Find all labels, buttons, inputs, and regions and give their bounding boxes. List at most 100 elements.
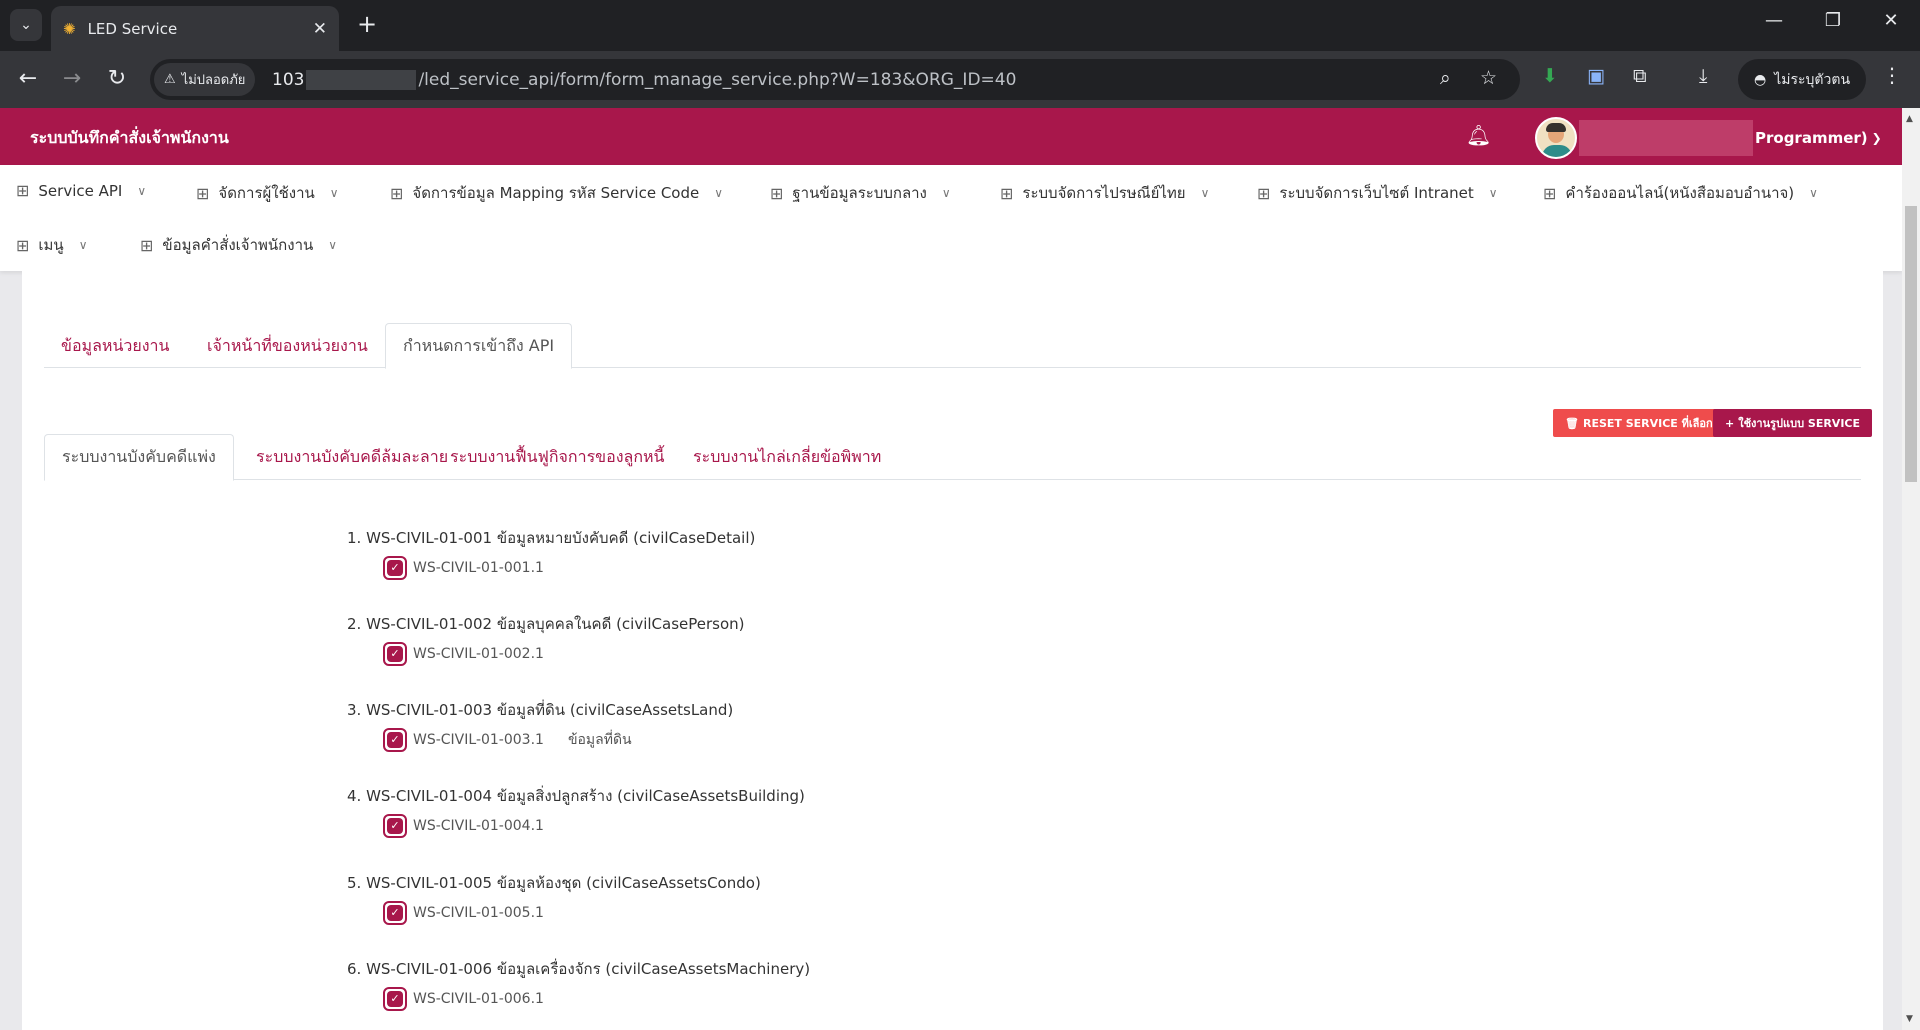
menu-service-api[interactable]: ⊞ Service API ∨	[16, 181, 146, 200]
app-title: ระบบบันทึกคำสั่งเจ้าพนักงาน	[30, 128, 229, 147]
close-tab-icon[interactable]: ✕	[313, 19, 327, 39]
service-checkbox[interactable]: ✓	[383, 987, 407, 1011]
page-scrollbar[interactable]: ▲ ▼	[1902, 108, 1920, 1030]
menu-label: จัดการข้อมูล Mapping รหัส Service Code	[412, 184, 700, 202]
zoom-icon[interactable]: ⌕	[1440, 67, 1451, 89]
service-title: 1. WS-CIVIL-01-001 ข้อมูลหมายบังคับคดี (…	[347, 529, 756, 547]
service-title: 5. WS-CIVIL-01-005 ข้อมูลห้องชุด (civilC…	[347, 874, 761, 892]
service-checkbox[interactable]: ✓	[383, 814, 407, 838]
reload-button[interactable]: ↻	[101, 63, 133, 95]
browser-tab[interactable]: ✺ LED Service ✕	[51, 6, 339, 51]
chevron-down-icon: ∨	[714, 186, 724, 200]
menu-label: จัดการผู้ใช้งาน	[218, 184, 315, 202]
service-title: 3. WS-CIVIL-01-003 ข้อมูลที่ดิน (civilCa…	[347, 701, 734, 719]
service-code: WS-CIVIL-01-006.1	[413, 991, 544, 1007]
more-menu-icon[interactable]: ⋮	[1882, 63, 1902, 87]
tab-search-button[interactable]: ⌄	[10, 9, 42, 41]
back-button[interactable]: ←	[12, 63, 44, 95]
grid-icon: ⊞	[16, 235, 30, 255]
security-indicator[interactable]: ⚠ ไม่ปลอดภัย	[154, 63, 256, 96]
restore-button[interactable]: ❐	[1818, 10, 1848, 31]
profile-label: ไม่ระบุตัวตน	[1774, 71, 1851, 88]
forward-button[interactable]: →	[56, 63, 88, 95]
system-tabs: ระบบงานบังคับคดีแพ่ง ระบบงานบังคับคดีล้ม…	[44, 434, 1861, 481]
chevron-down-icon: ∨	[1200, 186, 1210, 200]
incognito-profile-chip[interactable]: ◓ ไม่ระบุตัวตน	[1738, 59, 1867, 100]
grid-icon: ⊞	[390, 183, 404, 203]
content-card: ข้อมูลหน่วยงาน เจ้าหน้าที่ของหน่วยงาน กำ…	[22, 271, 1883, 1030]
tab-agency-staff[interactable]: เจ้าหน้าที่ของหน่วยงาน	[190, 323, 385, 369]
scrollbar-thumb[interactable]	[1905, 206, 1917, 482]
use-service-template-button[interactable]: + ใช้งานรูปแบบ SERVICE	[1713, 409, 1872, 437]
browser-toolbar: ← → ↻ ⚠ ไม่ปลอดภัย 103/led_service_api/f…	[0, 51, 1920, 108]
address-bar[interactable]: ⚠ ไม่ปลอดภัย 103/led_service_api/form/fo…	[150, 59, 1520, 100]
menu-label: ระบบจัดการเว็บไซต์ Intranet	[1279, 184, 1474, 202]
tab-debtor-rehabilitation[interactable]: ระบบงานฟื้นฟูกิจการของลูกหนี้	[433, 434, 682, 481]
chevron-down-icon: ∨	[78, 238, 88, 252]
menu-label: ข้อมูลคำสั่งเจ้าพนักงาน	[162, 236, 314, 254]
chevron-down-icon: ∨	[137, 183, 147, 198]
chevron-down-icon: ∨	[1488, 186, 1498, 200]
service-description: ข้อมูลที่ดิน	[567, 732, 632, 748]
menu-user-management[interactable]: ⊞ จัดการผู้ใช้งาน ∨	[196, 181, 339, 205]
tab-mediation[interactable]: ระบบงานไกล่เกลี่ยข้อพิพาท	[676, 434, 898, 481]
tab-bankruptcy-enforcement[interactable]: ระบบงานบังคับคดีล้มละลาย	[239, 434, 465, 481]
menu-intranet[interactable]: ⊞ ระบบจัดการเว็บไซต์ Intranet ∨	[1257, 181, 1498, 205]
grid-icon: ⊞	[140, 235, 154, 255]
check-icon: ✓	[387, 818, 403, 834]
notification-bell-icon[interactable]: 🔔︎	[1466, 123, 1491, 147]
grid-icon: ⊞	[16, 181, 30, 200]
chevron-down-icon: ❯	[1871, 131, 1882, 145]
menu-label: เมนู	[38, 236, 64, 254]
list-item: 3. WS-CIVIL-01-003 ข้อมูลที่ดิน (civilCa…	[347, 698, 734, 752]
tab-civil-enforcement[interactable]: ระบบงานบังคับคดีแพ่ง	[44, 434, 234, 481]
menu-online-request[interactable]: ⊞ คำร้องออนไลน์(หนังสือมอบอำนาจ) ∨	[1543, 181, 1818, 205]
reset-button-label: RESET SERVICE ที่เลือก	[1582, 417, 1713, 430]
menu-central-database[interactable]: ⊞ ฐานข้อมูลระบบกลาง ∨	[770, 181, 951, 205]
list-item: 5. WS-CIVIL-01-005 ข้อมูลห้องชุด (civilC…	[347, 871, 761, 925]
site-favicon-icon: ✺	[63, 19, 76, 38]
close-window-button[interactable]: ✕	[1876, 10, 1906, 31]
browser-tab-strip: ⌄ ✺ LED Service ✕ + — ❐ ✕	[0, 0, 1920, 51]
menu-label: Service API	[38, 181, 123, 200]
minimize-button[interactable]: —	[1759, 10, 1789, 31]
menu-menus[interactable]: ⊞ เมนู ∨	[16, 233, 87, 257]
service-checkbox[interactable]: ✓	[383, 901, 407, 925]
downloads-icon[interactable]: ⤓	[1699, 65, 1707, 87]
trash-icon: 🗑︎	[1565, 416, 1579, 430]
service-checkbox[interactable]: ✓	[383, 556, 407, 580]
redacted-username	[1579, 120, 1753, 156]
scroll-down-arrow-icon[interactable]: ▼	[1906, 1014, 1913, 1024]
menu-thailand-post[interactable]: ⊞ ระบบจัดการไปรษณีย์ไทย ∨	[1000, 181, 1209, 205]
extension-download-icon[interactable]: ⬇	[1542, 65, 1558, 87]
scroll-up-arrow-icon[interactable]: ▲	[1906, 114, 1913, 124]
chevron-down-icon: ∨	[329, 186, 339, 200]
grid-icon: ⊞	[196, 183, 210, 203]
user-role: Programmer)	[1755, 129, 1868, 147]
tab-api-access[interactable]: กำหนดการเข้าถึง API	[385, 323, 573, 369]
menu-officer-orders[interactable]: ⊞ ข้อมูลคำสั่งเจ้าพนักงาน ∨	[140, 233, 337, 257]
plus-icon: +	[1725, 416, 1735, 430]
service-checkbox[interactable]: ✓	[383, 728, 407, 752]
service-code: WS-CIVIL-01-002.1	[413, 646, 544, 662]
check-icon: ✓	[387, 560, 403, 576]
security-label: ไม่ปลอดภัย	[181, 73, 246, 88]
tab-agency-info[interactable]: ข้อมูลหน่วยงาน	[44, 323, 186, 369]
avatar	[1535, 117, 1577, 159]
extension-screen-icon[interactable]: ▣	[1587, 65, 1605, 87]
bookmark-star-icon[interactable]: ☆	[1480, 67, 1497, 89]
service-checkbox[interactable]: ✓	[383, 642, 407, 666]
reset-service-button[interactable]: 🗑︎ RESET SERVICE ที่เลือก	[1553, 409, 1725, 437]
chevron-down-icon: ∨	[941, 186, 951, 200]
user-menu[interactable]: Programmer) ❯	[1535, 117, 1882, 159]
menu-label: ฐานข้อมูลระบบกลาง	[792, 184, 927, 202]
service-code: WS-CIVIL-01-004.1	[413, 818, 544, 834]
service-code: WS-CIVIL-01-003.1	[413, 732, 544, 748]
extensions-puzzle-icon[interactable]: ⧉	[1633, 65, 1647, 87]
new-tab-button[interactable]: +	[352, 10, 382, 38]
menu-mapping-service-code[interactable]: ⊞ จัดการข้อมูล Mapping รหัส Service Code…	[390, 181, 723, 205]
menu-label: ระบบจัดการไปรษณีย์ไทย	[1022, 184, 1186, 202]
chevron-down-icon: ⌄	[20, 17, 32, 33]
url-text[interactable]: 103/led_service_api/form/form_manage_ser…	[272, 70, 1016, 90]
service-title: 6. WS-CIVIL-01-006 ข้อมูลเครื่องจักร (ci…	[347, 960, 811, 978]
